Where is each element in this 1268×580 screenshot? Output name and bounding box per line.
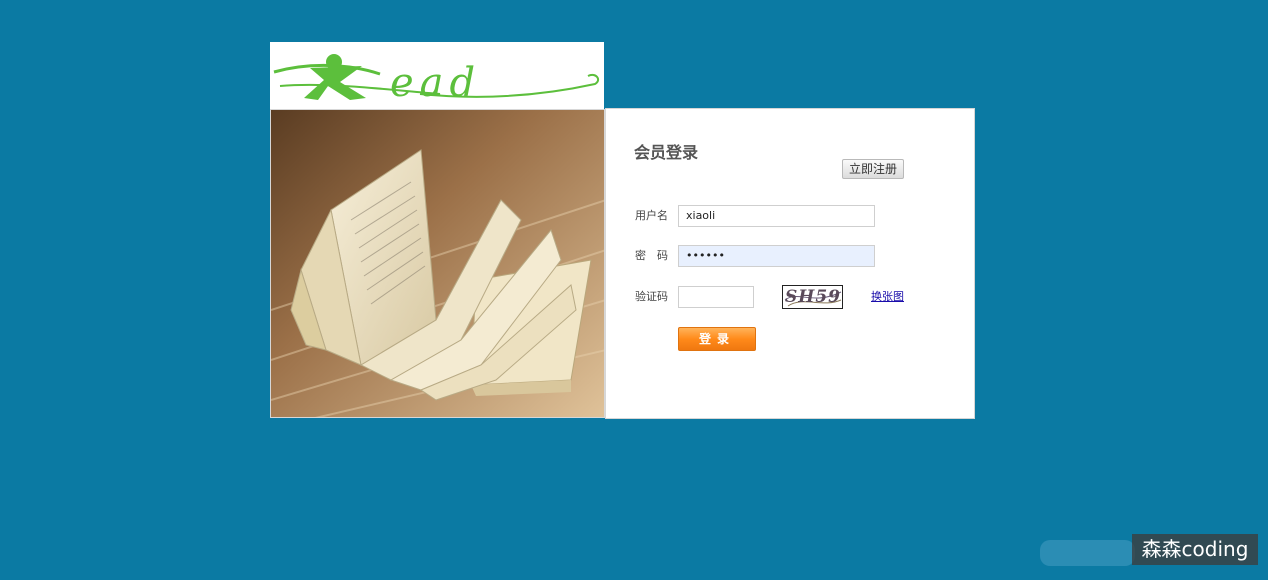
refresh-captcha-link[interactable]: 换张图 [871,287,904,307]
captcha-text: SH59 [785,287,841,307]
decorative-glow [1040,540,1135,566]
watermark: 森森coding [1132,534,1258,565]
book-photo [270,109,605,418]
password-label: 密 码 [635,249,668,262]
login-title: 会员登录 [634,143,699,162]
username-input[interactable]: xiaoli [678,205,875,227]
password-input[interactable]: •••••• [678,245,875,267]
login-panel: 会员登录 立即注册 用户名 xiaoli 密 码 •••••• 验证码 SH59… [605,108,975,419]
login-button[interactable]: 登录 [678,327,756,351]
captcha-label: 验证码 [635,290,668,303]
page: ead 会员登录 立即注册 用户名 xiaoli 密 码 •••••• 验证码 … [0,0,1268,580]
captcha-image[interactable]: SH59 [782,285,843,309]
register-button[interactable]: 立即注册 [842,159,904,179]
username-label: 用户名 [635,209,668,222]
site-logo: ead [270,42,604,109]
captcha-input[interactable] [678,286,754,308]
svg-text:ead: ead [390,60,481,106]
